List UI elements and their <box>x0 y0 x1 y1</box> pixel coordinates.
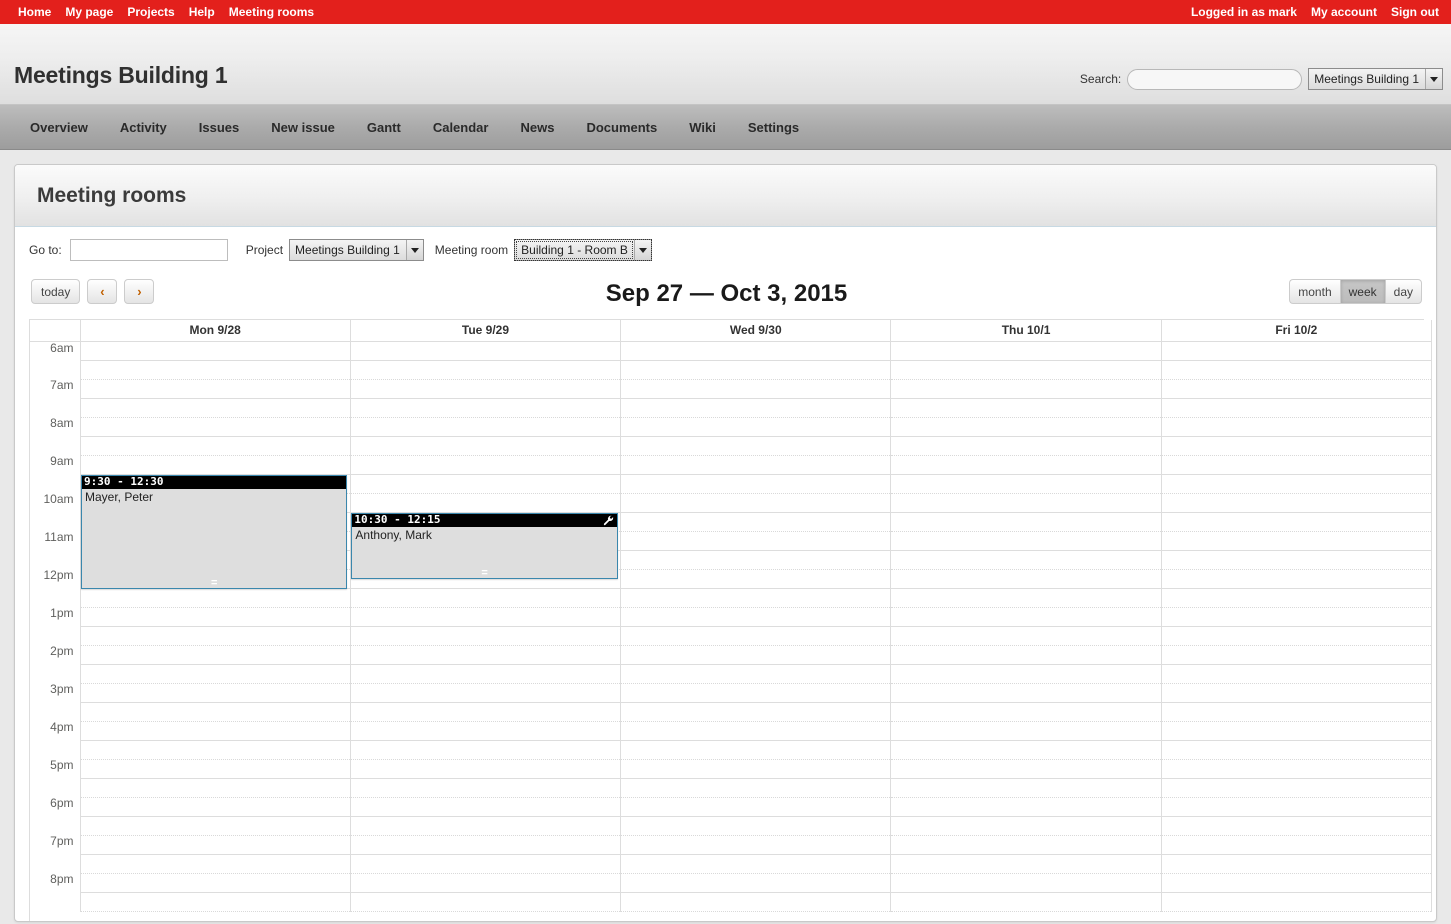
main-menu-bar: Overview Activity Issues New issue Gantt Cale… <box>0 105 1451 150</box>
top-menu-help[interactable]: Help <box>189 5 215 19</box>
top-menu-projects[interactable]: Projects <box>127 5 174 19</box>
quick-search: Search: Meetings Building 1 <box>1080 68 1443 90</box>
sign-out-link[interactable]: Sign out <box>1391 5 1439 19</box>
calendar-event-resize-handle[interactable]: = <box>82 577 346 588</box>
main-menu-wiki[interactable]: Wiki <box>673 114 732 141</box>
project-scope-select[interactable]: Meetings Building 1 <box>1308 68 1443 90</box>
calendar-event-time: 9:30 - 12:30 <box>82 475 347 489</box>
goto-input[interactable] <box>69 239 228 261</box>
calendar-grid: Mon 9/28 Tue 9/29 Wed 9/30 Thu 10/1 Fri 10/2… <box>29 319 1433 921</box>
main-menu-issues[interactable]: Issues <box>183 114 255 141</box>
main-menu-gantt[interactable]: Gantt <box>351 114 417 141</box>
logged-in-username: mark <box>1268 5 1297 19</box>
project-select-value: Meetings Building 1 <box>295 243 400 257</box>
search-label: Search: <box>1079 72 1122 86</box>
main-menu-calendar[interactable]: Calendar <box>417 114 505 141</box>
main-menu-settings[interactable]: Settings <box>732 114 815 141</box>
chevron-down-icon <box>1425 69 1442 89</box>
content-body: Go to: Project Meetings Building 1 Meeti… <box>15 227 1436 921</box>
meeting-room-select-value: Building 1 - Room B <box>516 241 633 259</box>
calendar-range-title: Sep 27 — Oct 3, 2015 <box>605 280 848 307</box>
calendar-event[interactable]: 10:30 - 12:15 Anthony, Mark = <box>351 512 618 579</box>
top-menu-bar: Home My page Projects Help Meeting rooms Log… <box>0 0 1451 24</box>
wrench-icon[interactable] <box>603 514 615 527</box>
meeting-room-label: Meeting room <box>434 243 509 257</box>
top-menu-my-page[interactable]: My page <box>65 5 113 19</box>
main-menu-new-issue[interactable]: New issue <box>255 114 351 141</box>
view-button-week[interactable]: week <box>1339 279 1385 304</box>
page-title: Meeting rooms <box>37 183 187 207</box>
search-input[interactable] <box>1127 68 1303 90</box>
my-account-link[interactable]: My account <box>1311 5 1377 19</box>
page-header: Meetings Building 1 Search: Meetings Bui… <box>0 24 1451 105</box>
calendar-event-time: 10:30 - 12:15 <box>352 513 617 527</box>
main-menu-documents[interactable]: Documents <box>570 114 673 141</box>
view-button-month[interactable]: month <box>1289 279 1340 304</box>
calendar-day-header-4: Fri 10/2 <box>1161 320 1433 342</box>
calendar-events-layer: 9:30 - 12:30 Mayer, Peter = 10:30 - 12:15 An… <box>30 342 1432 912</box>
project-select[interactable]: Meetings Building 1 <box>289 239 424 261</box>
calendar-day-header-0: Mon 9/28 <box>80 320 351 342</box>
calendar-header-row: Mon 9/28 Tue 9/29 Wed 9/30 Thu 10/1 Fri 10/2 <box>30 320 1433 342</box>
top-menu-right-links: Logged in as mark My account Sign out <box>1191 0 1439 24</box>
calendar-day-header-2: Wed 9/30 <box>620 320 892 342</box>
view-button-day[interactable]: day <box>1384 279 1422 304</box>
main-menu-news[interactable]: News <box>504 114 570 141</box>
main-menu-overview[interactable]: Overview <box>14 114 104 141</box>
calendar-toolbar: today ‹ › Sep 27 — Oct 3, 2015 month week… <box>29 275 1424 313</box>
content-wrapper: Meeting rooms Go to: Project Meetings Bu… <box>0 150 1451 922</box>
calendar-day-header-3: Thu 10/1 <box>890 320 1162 342</box>
top-menu-left-links: Home My page Projects Help Meeting rooms <box>18 0 314 24</box>
goto-label: Go to: <box>29 243 62 257</box>
top-menu-home[interactable]: Home <box>18 5 51 19</box>
project-title: Meetings Building 1 <box>14 62 228 88</box>
chevron-down-icon <box>405 240 423 260</box>
logged-in-prefix: Logged in as <box>1190 5 1265 19</box>
content-title-bar: Meeting rooms <box>15 165 1436 227</box>
calendar-event-title: Mayer, Peter <box>85 489 154 504</box>
calendar-view-switcher: month week day <box>1289 279 1422 304</box>
meeting-room-select[interactable]: Building 1 - Room B <box>514 239 652 261</box>
project-scope-select-value: Meetings Building 1 <box>1314 72 1419 86</box>
logged-in-status: Logged in as mark <box>1191 5 1297 19</box>
top-menu-meeting-rooms[interactable]: Meeting rooms <box>229 5 314 19</box>
chevron-down-icon <box>633 240 651 260</box>
main-menu-activity[interactable]: Activity <box>104 114 183 141</box>
calendar-event-title: Anthony, Mark <box>355 527 432 542</box>
main-panel: Meeting rooms Go to: Project Meetings Bu… <box>14 164 1437 922</box>
project-label: Project <box>245 243 284 257</box>
calendar-axis-header <box>30 320 81 342</box>
filter-row: Go to: Project Meetings Building 1 Meeti… <box>29 239 1424 261</box>
calendar-event[interactable]: 9:30 - 12:30 Mayer, Peter = <box>81 474 348 589</box>
calendar-event-resize-handle[interactable]: = <box>352 568 616 579</box>
calendar-day-header-1: Tue 9/29 <box>350 320 622 342</box>
